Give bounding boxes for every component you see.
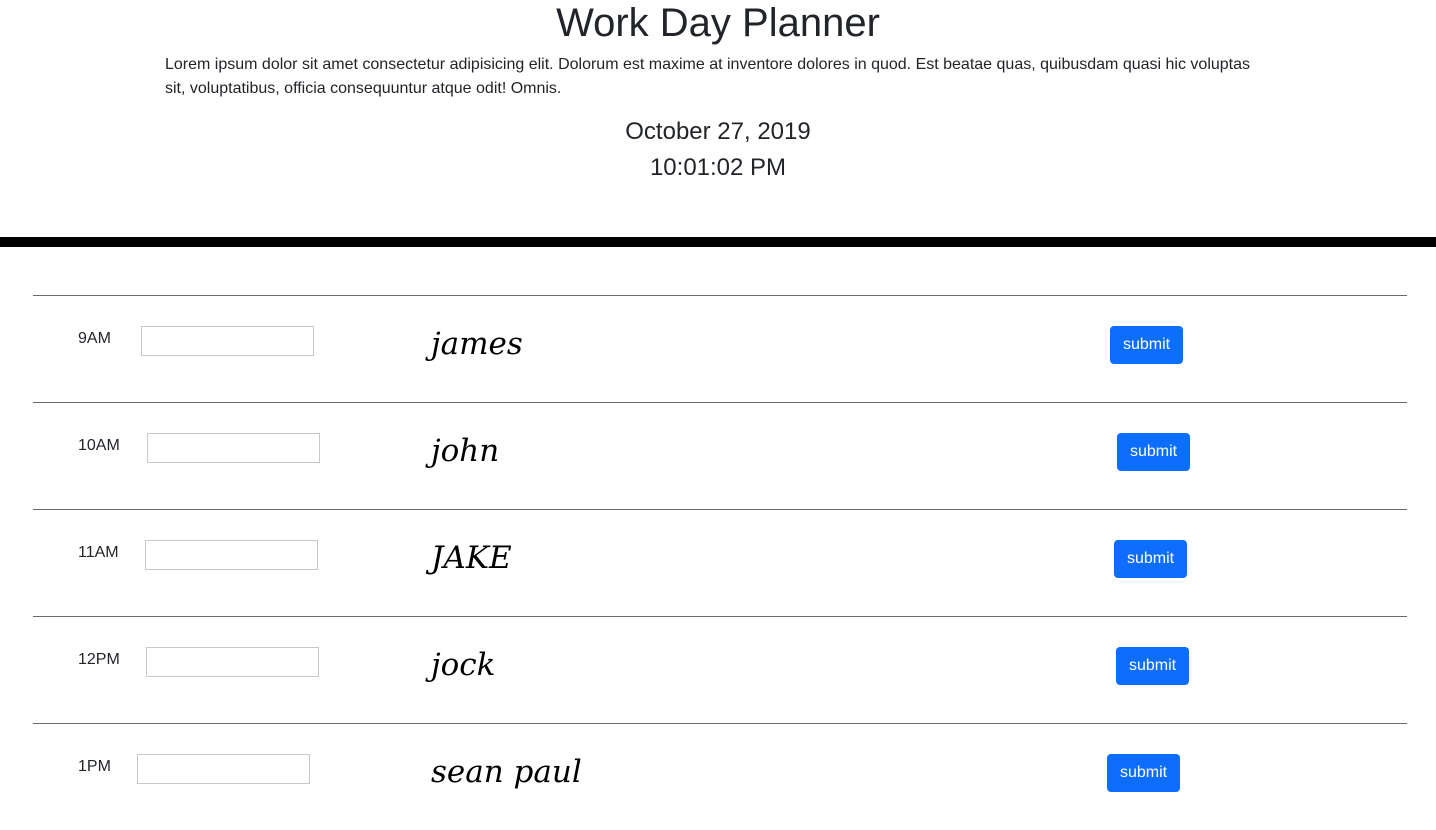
- saved-task-text: JAKE: [431, 540, 512, 576]
- submit-button[interactable]: submit: [1116, 647, 1189, 685]
- submit-button[interactable]: submit: [1114, 540, 1187, 578]
- task-input[interactable]: [145, 540, 318, 570]
- time-block-row: 1PM sean paul submit: [33, 723, 1407, 830]
- hour-label: 10AM: [78, 437, 120, 454]
- time-block-row: 10AM john submit: [33, 402, 1407, 509]
- task-input[interactable]: [141, 326, 314, 356]
- task-input[interactable]: [146, 647, 319, 677]
- saved-task-text: james: [431, 326, 523, 362]
- current-time: 10:01:02 PM: [649, 154, 787, 181]
- saved-task-text: sean paul: [431, 754, 582, 790]
- time-block-row: 9AM james submit: [33, 295, 1407, 402]
- header-divider: [0, 237, 1436, 247]
- submit-button[interactable]: submit: [1110, 326, 1183, 364]
- submit-button[interactable]: submit: [1107, 754, 1180, 792]
- time-block-row: 12PM jock submit: [33, 616, 1407, 723]
- hour-rows: 9AM james submit 10AM john submit 11AM J…: [33, 295, 1407, 830]
- hour-label: 9AM: [78, 330, 111, 347]
- current-date: October 27, 2019: [625, 118, 811, 145]
- hour-label: 11AM: [78, 544, 119, 561]
- page-header: Work Day Planner Lorem ipsum dolor sit a…: [0, 0, 1436, 237]
- intro-text: Lorem ipsum dolor sit amet consectetur a…: [165, 56, 1251, 97]
- submit-button[interactable]: submit: [1117, 433, 1190, 471]
- task-input[interactable]: [147, 433, 320, 463]
- task-input[interactable]: [137, 754, 310, 784]
- saved-task-text: john: [431, 433, 500, 469]
- hour-label: 1PM: [78, 758, 111, 775]
- saved-task-text: jock: [431, 647, 496, 683]
- page-title: Work Day Planner: [556, 1, 880, 45]
- hour-label: 12PM: [78, 651, 120, 668]
- time-block-row: 11AM JAKE submit: [33, 509, 1407, 616]
